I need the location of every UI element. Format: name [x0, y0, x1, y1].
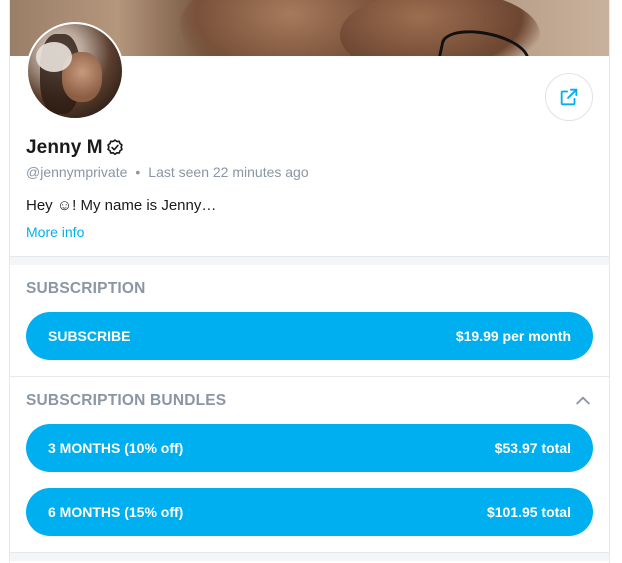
- profile-panel: Jenny M @jennymprivate • Last seen 22 mi…: [9, 0, 610, 563]
- profile-name: Jenny M: [26, 137, 125, 159]
- profile-handle: @jennymprivate: [26, 164, 128, 180]
- section-divider: [10, 552, 609, 561]
- profile-name-text: Jenny M: [26, 137, 103, 158]
- bundle-label: 3 MONTHS (10% off): [48, 440, 184, 456]
- more-info-link[interactable]: More info: [26, 224, 84, 240]
- share-icon: [560, 88, 578, 106]
- avatar[interactable]: [26, 22, 124, 120]
- verified-badge-icon: [106, 139, 123, 156]
- meta-separator: •: [135, 164, 141, 180]
- bundle-6-months-button[interactable]: 6 MONTHS (15% off) $101.95 total: [26, 488, 593, 536]
- bundles-title: SUBSCRIPTION BUNDLES: [26, 392, 227, 409]
- section-separator: [10, 376, 609, 377]
- chevron-up-icon[interactable]: [573, 391, 593, 411]
- bundle-price: $101.95 total: [486, 504, 571, 520]
- share-button[interactable]: [545, 73, 593, 121]
- bundle-3-months-button[interactable]: 3 MONTHS (10% off) $53.97 total: [26, 424, 593, 472]
- profile-bio: Hey ☺! My name is Jenny…: [26, 197, 217, 214]
- section-divider: [10, 256, 609, 265]
- subscribe-button[interactable]: SUBSCRIBE $19.99 per month: [26, 312, 593, 360]
- profile-meta: @jennymprivate • Last seen 22 minutes ag…: [26, 164, 309, 180]
- bundle-price: $53.97 total: [494, 440, 571, 456]
- subscribe-button-label: SUBSCRIBE: [48, 328, 131, 344]
- last-seen: Last seen 22 minutes ago: [148, 164, 309, 180]
- bundle-label: 6 MONTHS (15% off): [48, 504, 184, 520]
- subscription-title: SUBSCRIPTION: [26, 280, 146, 297]
- subscribe-button-price: $19.99 per month: [455, 328, 571, 344]
